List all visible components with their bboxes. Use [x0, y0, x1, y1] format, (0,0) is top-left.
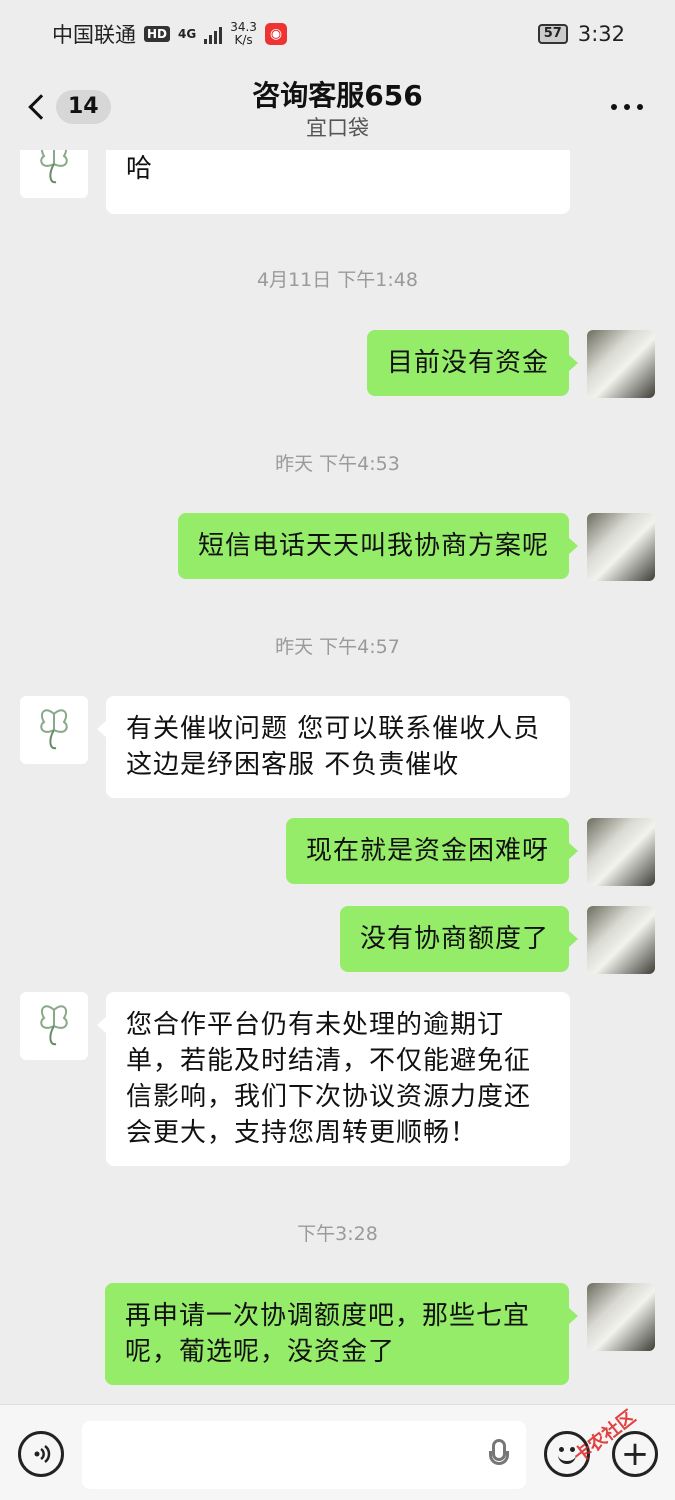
- nav-bar: 14 咨询客服656 宜口袋: [0, 68, 675, 150]
- timestamp: 昨天 下午4:57: [275, 636, 400, 658]
- service-avatar[interactable]: [20, 992, 88, 1060]
- battery-level: 57: [543, 26, 562, 41]
- my-avatar[interactable]: [587, 906, 655, 974]
- message-text: 有关催收问题 您可以联系催收人员 这边是纾困客服 不负责催收: [126, 714, 541, 780]
- message-service: 您登录宜口袋 app 自行查看下泊日哈: [0, 150, 675, 220]
- mic-stand-icon: [489, 1451, 509, 1465]
- my-avatar[interactable]: [587, 818, 655, 886]
- service-avatar[interactable]: [20, 150, 88, 198]
- message-bubble[interactable]: 没有协商额度了: [339, 906, 579, 972]
- message-me: 目前没有资金: [0, 330, 675, 400]
- butterfly-logo-icon: [40, 709, 68, 750]
- message-text: 没有协商额度了: [359, 924, 549, 954]
- message-service: 您合作平台仍有未处理的逾期订单，若能及时结清，不仅能避免征信影响，我们下次协议资…: [0, 992, 675, 1168]
- notification-app-icon: ◉: [264, 23, 287, 45]
- status-left: 中国联通 HD 4G 34.3 K/s ◉: [52, 19, 287, 49]
- message-bubble[interactable]: 再申请一次协调额度吧，那些七宜呢，葡选呢，没资金了: [105, 1283, 578, 1385]
- message-bubble[interactable]: 有关催收问题 您可以联系催收人员 这边是纾困客服 不负责催收: [97, 696, 570, 798]
- chat-message-list[interactable]: 您登录宜口袋 app 自行查看下泊日哈 4月11日 下午1:48 目前没有资金 …: [0, 150, 675, 1402]
- my-avatar[interactable]: [587, 1283, 655, 1351]
- net-speed-value: 34.3: [230, 20, 257, 34]
- dot-icon: [624, 104, 630, 110]
- butterfly-logo-icon: [40, 1005, 68, 1046]
- my-avatar[interactable]: [587, 513, 655, 581]
- timestamp: 4月11日 下午1:48: [257, 269, 418, 291]
- status-right: 57 3:32: [537, 22, 625, 46]
- message-text: 短信电话天天叫我协商方案呢: [197, 531, 549, 561]
- message-text: 再申请一次协调额度吧，那些七宜呢，葡选呢，没资金了: [125, 1301, 531, 1367]
- message-me: 短信电话天天叫我协商方案呢: [0, 513, 675, 583]
- message-me: 现在就是资金困难呀: [0, 818, 675, 888]
- voice-icon[interactable]: [18, 1431, 64, 1477]
- dot-icon: [611, 104, 617, 110]
- message-me: 再申请一次协调额度吧，那些七宜呢，葡选呢，没资金了: [0, 1283, 675, 1387]
- message-service: 有关催收问题 您可以联系催收人员 这边是纾困客服 不负责催收: [0, 696, 675, 800]
- net-speed: 34.3 K/s: [230, 21, 257, 47]
- message-input[interactable]: [82, 1421, 526, 1489]
- service-avatar[interactable]: [20, 696, 88, 764]
- chat-subtitle: 宜口袋: [306, 116, 369, 140]
- more-options-button[interactable]: [611, 104, 643, 110]
- message-bubble[interactable]: 现在就是资金困难呀: [285, 818, 579, 884]
- clock: 3:32: [577, 22, 625, 46]
- signal-icon: [204, 24, 223, 44]
- timestamp: 昨天 下午4:53: [275, 453, 400, 475]
- message-text: 现在就是资金困难呀: [305, 836, 549, 866]
- message-text: 目前没有资金: [386, 348, 549, 378]
- message-bubble[interactable]: 您合作平台仍有未处理的逾期订单，若能及时结清，不仅能避免征信影响，我们下次协议资…: [97, 992, 570, 1166]
- butterfly-logo-icon: [40, 150, 68, 184]
- message-text: 您登录宜口袋 app 自行查看下泊日哈: [126, 154, 154, 184]
- my-avatar[interactable]: [587, 330, 655, 398]
- message-me: 没有协商额度了: [0, 906, 675, 976]
- hd-badge: HD: [144, 26, 171, 42]
- network-type: 4G: [178, 27, 197, 41]
- message-bubble[interactable]: 您登录宜口袋 app 自行查看下泊日哈: [106, 150, 570, 214]
- message-bubble[interactable]: 短信电话天天叫我协商方案呢: [177, 513, 579, 579]
- battery-icon: 57: [537, 24, 568, 44]
- status-bar: 中国联通 HD 4G 34.3 K/s ◉ 57 3:32: [0, 0, 675, 68]
- message-text: 您合作平台仍有未处理的逾期订单，若能及时结清，不仅能避免征信影响，我们下次协议资…: [126, 1010, 532, 1148]
- chat-title: 咨询客服656: [252, 79, 423, 112]
- carrier-name: 中国联通: [52, 23, 136, 47]
- sound-waves-icon: [34, 1445, 51, 1463]
- timestamp: 下午3:28: [297, 1223, 378, 1245]
- eye-icon: [559, 1447, 564, 1452]
- message-bubble[interactable]: 目前没有资金: [366, 330, 579, 396]
- net-speed-unit: K/s: [234, 33, 253, 47]
- dot-icon: [637, 104, 643, 110]
